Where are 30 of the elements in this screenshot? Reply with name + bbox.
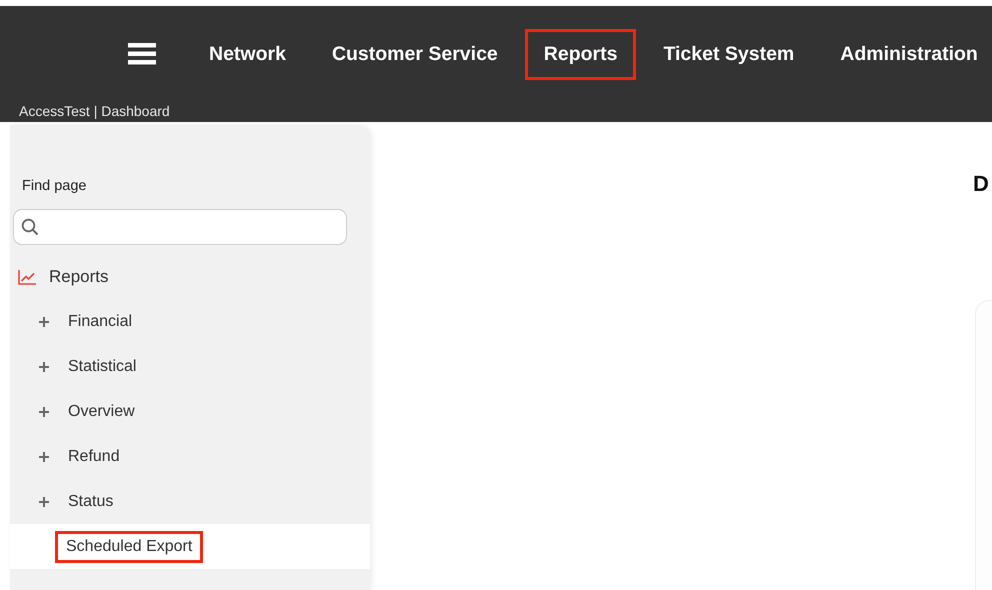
plus-icon[interactable] [39, 406, 49, 416]
search-label: Find page [22, 178, 88, 194]
breadcrumb: AccessTest | Dashboard [18, 102, 171, 120]
tree-item-label: Financial [67, 312, 134, 332]
nav-link[interactable]: Customer Service [312, 28, 517, 80]
plus-icon[interactable] [39, 452, 49, 462]
nav-link[interactable]: Ticket System [644, 28, 814, 80]
plus-icon[interactable] [39, 316, 49, 326]
tree-item-label: Refund [67, 446, 121, 466]
tree-row[interactable]: Financial [10, 299, 370, 344]
tree-row[interactable]: Overview [10, 389, 370, 434]
plus-icon[interactable] [39, 496, 49, 506]
tree-item-label: Overview [67, 402, 136, 422]
tree-row[interactable]: Status [10, 479, 370, 524]
tree-row[interactable]: Statistical [10, 344, 370, 389]
line-chart-icon [18, 270, 36, 284]
plus-icon[interactable] [39, 362, 49, 372]
tree-item-label: Status [67, 492, 114, 512]
search-field[interactable] [13, 209, 347, 245]
search-icon [21, 218, 39, 236]
nav-link[interactable]: Reports [524, 28, 636, 80]
nav-link[interactable]: Network [190, 28, 305, 80]
page-heading: D [973, 171, 990, 197]
tree-item-label: Statistical [67, 356, 138, 376]
tree-item[interactable]: Reports [49, 267, 109, 287]
tree-row[interactable]: Refund [10, 434, 370, 479]
nav-link[interactable]: Administration [821, 28, 992, 80]
tree-row[interactable]: Scheduled Export [10, 524, 370, 569]
menu-icon[interactable] [128, 43, 156, 65]
tree-item-label: Scheduled Export [55, 530, 204, 562]
